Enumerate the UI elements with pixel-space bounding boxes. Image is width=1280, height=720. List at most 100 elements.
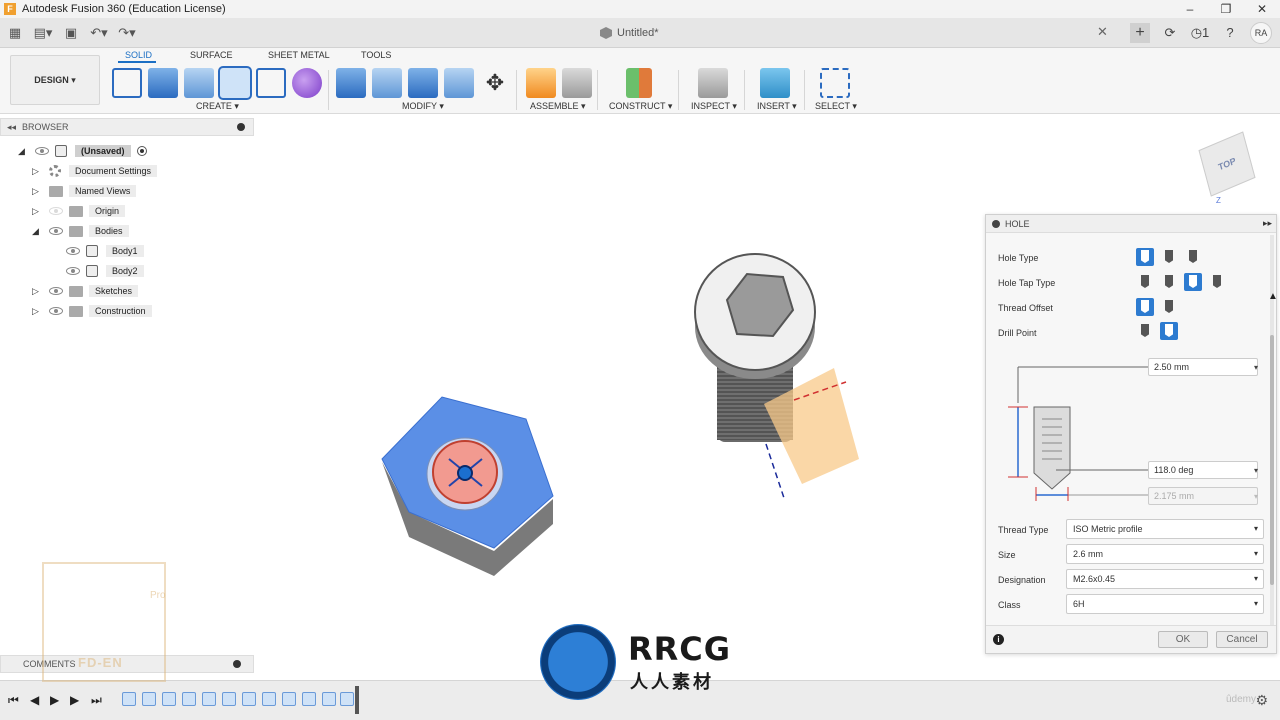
clearance-icon[interactable] bbox=[1160, 273, 1178, 291]
simple-tap-icon[interactable] bbox=[1136, 273, 1154, 291]
flat-point-icon[interactable] bbox=[1136, 322, 1154, 340]
eye-icon[interactable] bbox=[49, 307, 63, 315]
go-to-start-icon[interactable]: ⏮ bbox=[8, 693, 19, 708]
full-thread-icon[interactable] bbox=[1136, 298, 1154, 316]
document-tab[interactable]: Untitled* bbox=[600, 22, 659, 44]
refresh-icon[interactable]: ⟳ bbox=[1160, 23, 1180, 43]
diameter-input[interactable]: 2.50 mm bbox=[1148, 358, 1258, 376]
modify-menu[interactable]: MODIFY ▾ bbox=[402, 101, 444, 112]
tree-item-document-settings[interactable]: ▷ Document Settings bbox=[32, 163, 158, 179]
angle-input[interactable]: 118.0 deg bbox=[1148, 461, 1258, 479]
size-select[interactable]: 2.6 mm ▾ bbox=[1066, 544, 1264, 564]
grid-icon[interactable]: ▦ bbox=[4, 23, 26, 43]
create-sketch-icon[interactable] bbox=[112, 68, 142, 98]
press-pull-icon[interactable] bbox=[336, 68, 366, 98]
angle-point-icon[interactable] bbox=[1160, 322, 1178, 340]
timeline-feature[interactable] bbox=[340, 692, 354, 706]
close-window-button[interactable]: ✕ bbox=[1244, 0, 1280, 18]
chevron-down-icon[interactable]: ▾ bbox=[1254, 466, 1258, 475]
hole-center-point[interactable] bbox=[457, 465, 473, 481]
tab-solid[interactable]: SOLID bbox=[125, 50, 152, 60]
timeline-feature[interactable] bbox=[122, 692, 136, 706]
new-tab-button[interactable]: + bbox=[1130, 23, 1150, 43]
countersink-icon[interactable] bbox=[1184, 248, 1202, 266]
offset-thread-icon[interactable] bbox=[1160, 298, 1178, 316]
clock-icon[interactable]: ◷1 bbox=[1190, 23, 1210, 43]
expand-dialog-icon[interactable]: ▸▸ bbox=[1263, 218, 1272, 229]
redo-icon[interactable]: ↷▾ bbox=[116, 23, 138, 43]
timeline-feature[interactable] bbox=[262, 692, 276, 706]
tab-tools[interactable]: TOOLS bbox=[361, 50, 391, 60]
tree-item-construction[interactable]: ▷ Construction bbox=[32, 303, 152, 319]
assemble-menu[interactable]: ASSEMBLE ▾ bbox=[530, 101, 586, 112]
select-menu[interactable]: SELECT ▾ bbox=[815, 101, 857, 112]
play-icon[interactable]: ▶ bbox=[50, 693, 59, 707]
timeline-feature[interactable] bbox=[162, 692, 176, 706]
revolve-icon[interactable] bbox=[184, 68, 214, 98]
dialog-collapse-icon[interactable] bbox=[992, 219, 1000, 228]
eye-icon[interactable] bbox=[49, 227, 63, 235]
timeline-feature[interactable] bbox=[202, 692, 216, 706]
construct-menu[interactable]: CONSTRUCT ▾ bbox=[609, 101, 672, 112]
activate-radio-icon[interactable] bbox=[136, 146, 147, 156]
collapsed-icon[interactable]: ▷ bbox=[32, 206, 41, 216]
tree-item-sketches[interactable]: ▷ Sketches bbox=[32, 283, 139, 299]
browser-header[interactable]: ◂◂ BROWSER bbox=[0, 118, 254, 136]
close-tab-icon[interactable]: ✕ bbox=[1097, 24, 1108, 40]
collapse-icon[interactable]: ◂◂ bbox=[7, 122, 16, 133]
create-menu[interactable]: CREATE ▾ bbox=[196, 101, 239, 112]
step-back-icon[interactable]: ◀ bbox=[30, 693, 39, 707]
designation-select[interactable]: M2.6x0.45 ▾ bbox=[1066, 569, 1264, 589]
move-icon[interactable]: ✥ bbox=[480, 68, 510, 98]
file-icon[interactable]: ▤▾ bbox=[32, 23, 54, 43]
thread-type-select[interactable]: ISO Metric profile ▾ bbox=[1066, 519, 1264, 539]
eye-icon[interactable] bbox=[49, 287, 63, 295]
timeline-marker[interactable] bbox=[355, 686, 359, 714]
step-forward-icon[interactable]: ▶ bbox=[70, 693, 79, 707]
maximize-button[interactable]: ❐ bbox=[1208, 0, 1244, 18]
combine-icon[interactable] bbox=[408, 68, 438, 98]
select-window-icon[interactable] bbox=[820, 68, 850, 98]
help-icon[interactable]: ? bbox=[1220, 23, 1240, 43]
ok-button[interactable]: OK bbox=[1158, 631, 1208, 648]
counterbore-icon[interactable] bbox=[1160, 248, 1178, 266]
collapsed-icon[interactable]: ▷ bbox=[32, 306, 41, 316]
form-icon[interactable] bbox=[292, 68, 322, 98]
workspace-switcher[interactable]: DESIGN ▾ bbox=[10, 55, 100, 105]
measure-icon[interactable] bbox=[698, 68, 728, 98]
shell-icon[interactable] bbox=[444, 68, 474, 98]
timeline-feature[interactable] bbox=[242, 692, 256, 706]
collapsed-icon[interactable]: ▷ bbox=[32, 166, 41, 176]
timeline-feature[interactable] bbox=[302, 692, 316, 706]
pattern-icon[interactable] bbox=[256, 68, 286, 98]
taper-tapped-icon[interactable] bbox=[1208, 273, 1226, 291]
timeline-feature[interactable] bbox=[222, 692, 236, 706]
timeline-feature[interactable] bbox=[322, 692, 336, 706]
eye-icon[interactable] bbox=[35, 147, 49, 155]
add-comment-icon[interactable] bbox=[233, 660, 241, 668]
scrollbar-thumb[interactable] bbox=[1270, 335, 1274, 585]
tab-sheet-metal[interactable]: SHEET METAL bbox=[268, 50, 330, 60]
tree-item-named-views[interactable]: ▷ Named Views bbox=[32, 183, 137, 199]
collapsed-icon[interactable]: ▷ bbox=[32, 186, 41, 196]
user-avatar[interactable]: RA bbox=[1250, 22, 1272, 44]
eye-icon[interactable] bbox=[49, 207, 63, 215]
gear-icon[interactable]: ⚙ bbox=[1255, 692, 1268, 709]
collapsed-icon[interactable]: ▷ bbox=[32, 286, 41, 296]
bolt-body[interactable] bbox=[694, 253, 859, 499]
save-icon[interactable]: ▣ bbox=[60, 23, 82, 43]
expanded-icon[interactable]: ◢ bbox=[18, 146, 27, 156]
cancel-button[interactable]: Cancel bbox=[1216, 631, 1268, 648]
eye-icon[interactable] bbox=[66, 247, 80, 255]
eye-icon[interactable] bbox=[66, 267, 80, 275]
simple-hole-icon[interactable] bbox=[1136, 248, 1154, 266]
fillet-icon[interactable] bbox=[372, 68, 402, 98]
offset-plane-icon[interactable] bbox=[626, 68, 652, 98]
inspect-menu[interactable]: INSPECT ▾ bbox=[691, 101, 737, 112]
info-icon[interactable]: i bbox=[993, 634, 1004, 645]
go-to-end-icon[interactable]: ⏭ bbox=[91, 693, 102, 708]
tree-item-body1[interactable]: Body1 bbox=[66, 243, 144, 259]
pin-icon[interactable] bbox=[237, 123, 245, 131]
chevron-down-icon[interactable]: ▾ bbox=[1254, 363, 1258, 372]
hole-dialog-header[interactable]: HOLE ▸▸ bbox=[986, 215, 1276, 233]
